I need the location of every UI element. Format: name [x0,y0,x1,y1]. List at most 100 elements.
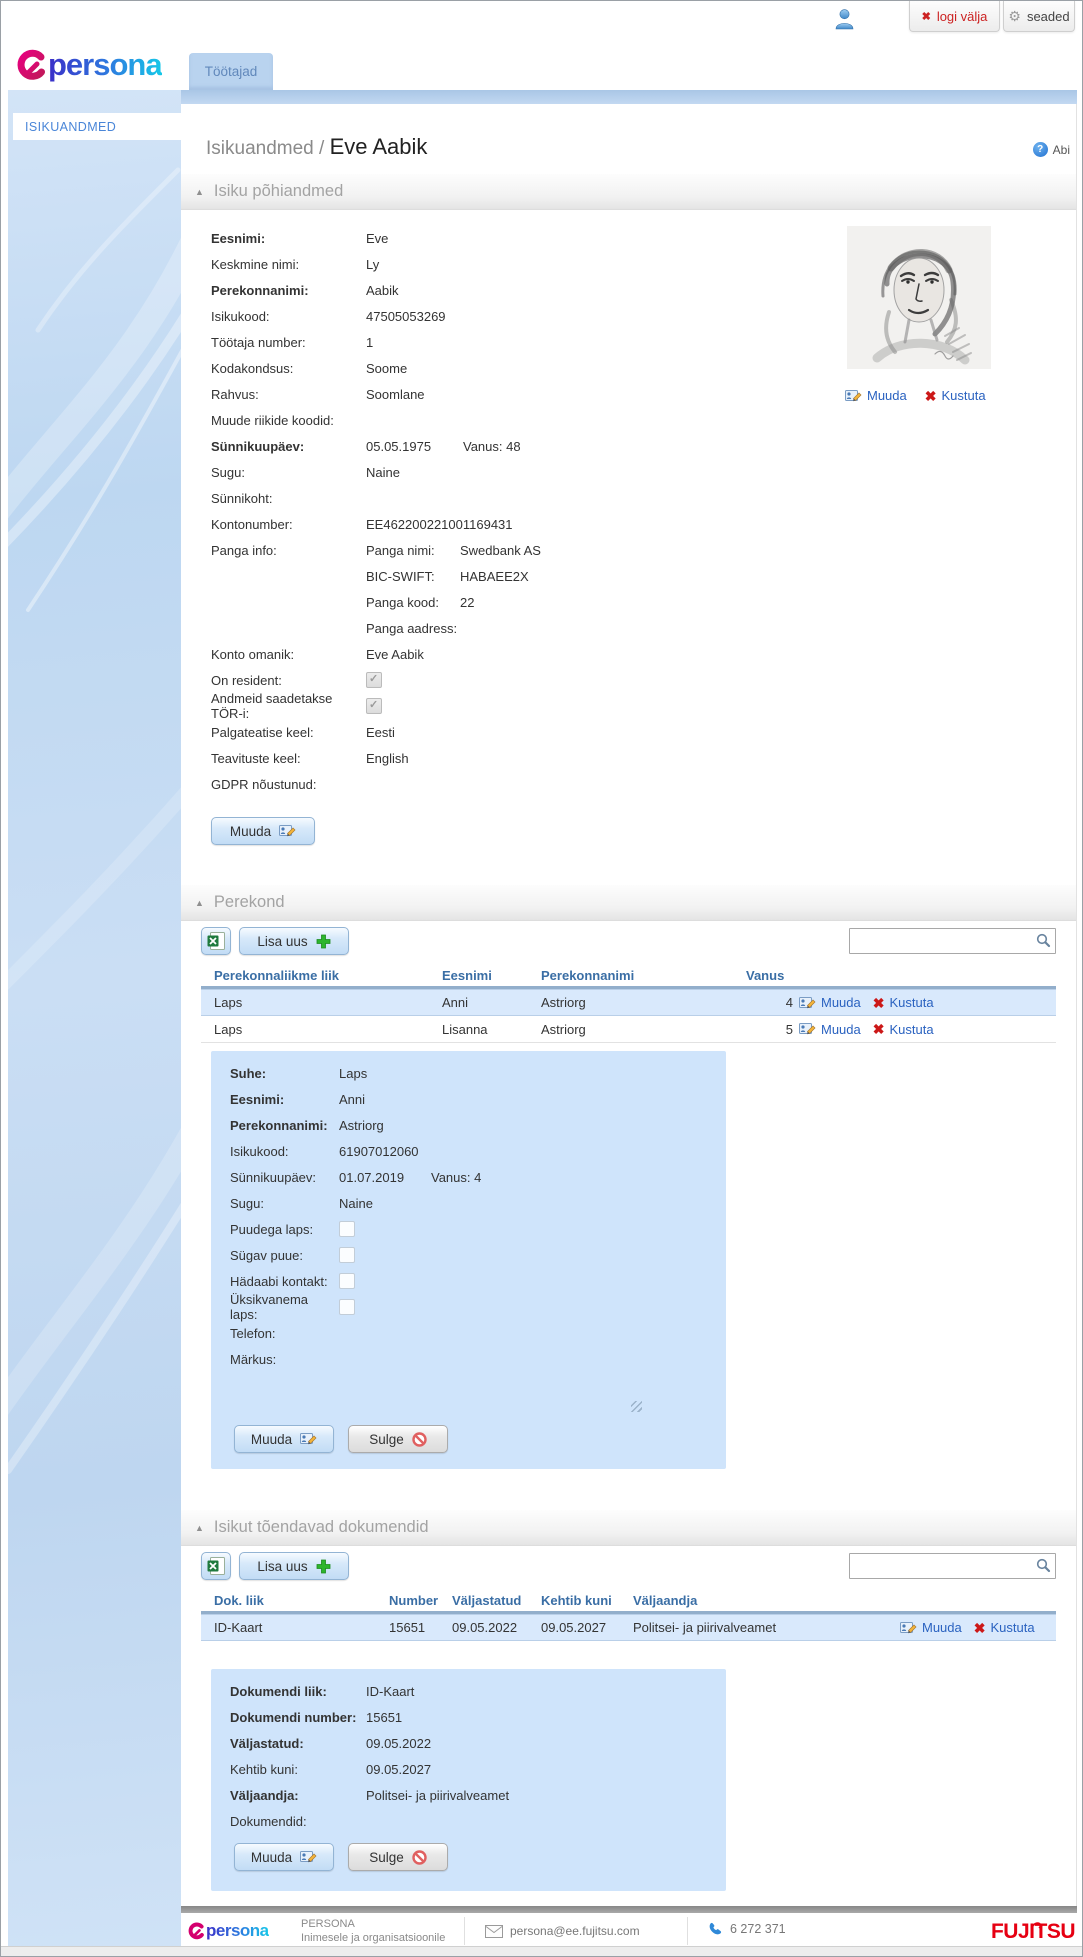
detail-label: Dokumendi liik: [230,1684,366,1699]
collapse-icon[interactable]: ▲ [195,187,204,197]
search-icon[interactable] [1036,1558,1051,1573]
sidebar-item-isikuandmed[interactable]: ISIKUANDMED [13,113,181,140]
settings-button[interactable]: ⚙ seaded [1003,1,1075,32]
family-search [849,928,1056,954]
detail-label: Kehtib kuni: [230,1762,366,1777]
edit-icon [799,1022,816,1036]
field-value: 05.05.1975 [366,439,431,454]
detail-value: ID-Kaart [366,1684,414,1699]
row-edit-link[interactable]: Muuda [799,1022,861,1037]
field-value: 47505053269 [366,309,446,324]
col-number[interactable]: Number [376,1593,439,1608]
document-edit-button[interactable]: Muuda [234,1843,334,1871]
add-family-button[interactable]: Lisa uus [239,927,349,955]
row-delete-link[interactable]: ✖ Kustuta [974,1620,1035,1635]
documents-search-input[interactable] [854,1556,1030,1576]
footer-tagline: Inimesele ja organisatsioonile [301,1931,445,1945]
photo-edit-link[interactable]: Muuda [845,388,907,403]
family-row[interactable]: Laps Lisanna Astriorg 5 Muuda ✖ Kustuta [201,1016,1056,1043]
footer-persona-text: persona [206,1921,269,1941]
no-entry-icon [412,1850,427,1865]
emergency-contact-checkbox[interactable] [339,1273,355,1289]
documents-toolbar: Lisa uus [201,1552,1056,1582]
edit-basic-button[interactable]: Muuda [211,817,315,845]
row-edit-label: Muuda [821,1022,861,1037]
excel-export-button[interactable] [201,1552,231,1580]
detail-row: Kehtib kuni:09.05.2027 [211,1756,726,1782]
tab-label: Töötajad [205,64,258,79]
col-firstname[interactable]: Eesnimi [429,968,528,983]
tor-checkbox[interactable] [366,698,382,714]
row-delete-link[interactable]: ✖ Kustuta [873,1022,934,1037]
logout-button[interactable]: ✖ logi välja [909,1,1000,32]
family-close-button[interactable]: Sulge [348,1425,448,1453]
plus-icon [316,934,331,949]
detail-label: Dokumendi number: [230,1710,366,1725]
detail-row: Dokumendi liik:ID-Kaart [211,1678,726,1704]
person-photo [847,226,991,369]
add-document-button[interactable]: Lisa uus [239,1552,349,1580]
detail-extra: Vanus: 4 [431,1170,481,1185]
disabled-child-checkbox[interactable] [339,1221,355,1237]
phone-icon [708,1922,722,1936]
add-button-label: Lisa uus [257,1559,307,1574]
col-issuer[interactable]: Väljaandja [620,1593,874,1608]
col-lastname[interactable]: Perekonnanimi [528,968,733,983]
section-documents-header[interactable]: ▲ Isikut tõendavad dokumendid [181,1510,1076,1546]
detail-row: Dokumendid: [211,1808,726,1834]
document-row-selected[interactable]: ID-Kaart 15651 09.05.2022 09.05.2027 Pol… [201,1614,1056,1641]
section-basic-header[interactable]: ▲ Isiku põhiandmed [181,174,1076,210]
gear-icon: ⚙ [1008,9,1021,23]
search-icon[interactable] [1036,933,1051,948]
photo-delete-link[interactable]: ✖ Kustuta [925,388,986,403]
textarea-resize-handle[interactable] [631,1401,642,1412]
family-toolbar: Lisa uus [201,927,1056,957]
edit-icon [799,996,816,1010]
help-label: Abi [1053,143,1070,157]
row-edit-link[interactable]: Muuda [799,995,861,1010]
cell-issued: 09.05.2022 [439,1620,528,1635]
family-edit-button[interactable]: Muuda [234,1425,334,1453]
detail-row: Sünnikuupäev:01.07.2019Vanus: 4 [211,1164,726,1190]
breadcrumb: Isikuandmed / [206,138,330,159]
footer-divider [687,1917,688,1945]
detail-label: Telefon: [230,1326,339,1341]
bottom-strip [1,1946,1082,1957]
footer-email[interactable]: persona@ee.fujitsu.com [485,1924,640,1938]
row-edit-label: Muuda [922,1620,962,1635]
family-search-input[interactable] [854,931,1030,951]
collapse-icon[interactable]: ▲ [195,898,204,908]
col-issued[interactable]: Väljastatud [439,1593,528,1608]
footer: persona PERSONA Inimesele ja organisatsi… [181,1906,1077,1951]
footer-phone-text: 6 272 371 [730,1922,786,1936]
excel-export-button[interactable] [201,927,231,955]
detail-row: Hädaabi kontakt: [211,1268,726,1294]
single-parent-checkbox[interactable] [339,1299,355,1315]
field-value: Eesti [366,725,395,740]
section-family-header[interactable]: ▲ Perekond [181,885,1076,921]
documents-table: Dok. liik Number Väljastatud Kehtib kuni… [201,1590,1056,1641]
detail-value: Astriorg [339,1118,384,1133]
col-age[interactable]: Vanus [733,968,793,983]
detail-label: Isikukood: [230,1144,339,1159]
family-row-selected[interactable]: Laps Anni Astriorg 4 Muuda ✖ Kustuta [201,989,1056,1016]
field-label: Isikukood: [211,309,366,324]
col-valid[interactable]: Kehtib kuni [528,1593,620,1608]
footer-phone[interactable]: 6 272 371 [708,1922,786,1936]
footer-company: PERSONA Inimesele ja organisatsioonile [301,1917,445,1945]
row-delete-link[interactable]: ✖ Kustuta [873,995,934,1010]
field-value: Ly [366,257,379,272]
help-link[interactable]: ? Abi [1033,142,1070,157]
col-doc-type[interactable]: Dok. liik [201,1593,376,1608]
collapse-icon[interactable]: ▲ [195,1523,204,1533]
row-edit-link[interactable]: Muuda [900,1620,962,1635]
resident-checkbox[interactable] [366,672,382,688]
detail-row: Dokumendi number:15651 [211,1704,726,1730]
tab-tootajad[interactable]: Töötajad [189,53,273,90]
cell-firstname: Lisanna [429,1022,528,1037]
detail-row: Märkus: [211,1346,726,1372]
col-type[interactable]: Perekonnaliikme liik [201,968,429,983]
edit-button-label: Muuda [230,824,271,839]
severe-disability-checkbox[interactable] [339,1247,355,1263]
document-close-button[interactable]: Sulge [348,1843,448,1871]
